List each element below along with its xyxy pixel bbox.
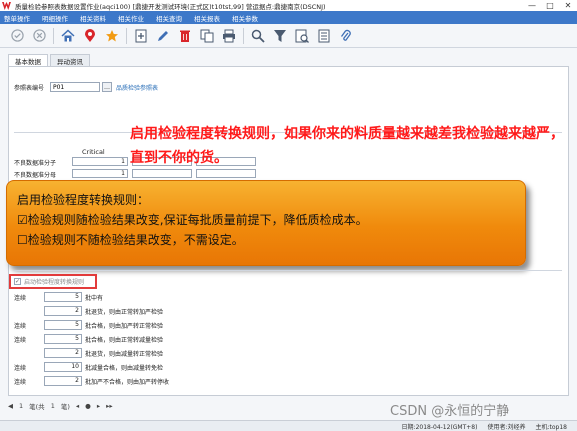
rule-value-input[interactable]: 10 — [44, 362, 82, 372]
rule-value-input[interactable]: 2 — [44, 376, 82, 386]
watermark: CSDN @永恒的宁静 — [390, 404, 510, 419]
filter-icon[interactable] — [269, 26, 291, 46]
tab-change-info[interactable]: 异动资讯 — [50, 54, 90, 66]
menu-item-whole-order[interactable]: 整单操作 — [4, 13, 30, 23]
rule-row: 连续 5 批中有 — [14, 292, 103, 302]
new-icon[interactable] — [130, 26, 152, 46]
status-user: 使用者:刘经养 — [487, 423, 526, 431]
current-record-icon[interactable]: ● — [85, 402, 91, 410]
rule-suffix: 批退货，则由减量转正常检验 — [85, 350, 164, 358]
edit-icon[interactable] — [152, 26, 174, 46]
toolbar-separator — [53, 27, 54, 44]
window-controls: — □ ✕ — [523, 0, 577, 11]
minimize-button[interactable]: — — [523, 0, 541, 11]
toolbar-separator — [126, 27, 127, 44]
critical-header: Critical — [82, 148, 105, 156]
rule-value-input[interactable]: 2 — [44, 306, 82, 316]
first-record-button[interactable]: ◀ — [8, 402, 13, 410]
divider — [14, 270, 562, 271]
menu-bar: 整单操作 明细操作 相关资料 相关作业 相关查询 相关报表 相关参数 — [0, 11, 577, 24]
print-icon[interactable] — [218, 26, 240, 46]
window-title: 质量检验参照表数据设置作业(aqci100) [鼎捷开发测试环境(正式区)t10… — [15, 2, 326, 11]
rule-suffix: 批加严不合格，则由加严转停收 — [85, 378, 170, 386]
criteria-label: 不良数据准分子 — [14, 160, 57, 167]
record-total-label: 笔(共 — [29, 403, 45, 411]
switch-rule-checkbox[interactable]: ✓ — [14, 278, 21, 285]
callout-line: ☑检验规则随检验结果改变,保证每批质量前提下，降低质检成本。 — [17, 213, 368, 227]
reference-label: 参照表编号 — [14, 84, 45, 92]
tab-basic-data[interactable]: 基本数据 — [8, 54, 48, 66]
check-icon[interactable] — [6, 26, 28, 46]
star-icon[interactable] — [101, 26, 123, 46]
search-icon[interactable] — [247, 26, 269, 46]
rule-prefix: 连续 — [14, 378, 27, 386]
toolbar — [0, 24, 577, 48]
criteria-input[interactable] — [132, 169, 192, 178]
rule-suffix: 批退货，则由正常转加严检验 — [85, 308, 164, 316]
status-bar: 日期:2018-04-12(GMT+8) 使用者:刘经养 主机:top18 — [0, 420, 577, 431]
menu-item-detail-ops[interactable]: 明细操作 — [42, 13, 68, 23]
annotation-text: 启用检验程度转换规则，如果你来的料质量越来越差我检验越来越严，直到不你的货。 — [130, 126, 564, 166]
query-icon[interactable] — [291, 26, 313, 46]
callout-line: ☐检验规则不随检验结果改变，不需设定。 — [17, 233, 244, 247]
rule-row: 连续 5 批合格，则由正常转减量检验 — [14, 334, 163, 344]
status-host: 主机:top18 — [535, 423, 568, 431]
rule-suffix: 批中有 — [85, 294, 104, 302]
rule-value-input[interactable]: 5 — [44, 320, 82, 330]
title-bar: 质量检验参照表数据设置作业(aqci100) [鼎捷开发测试环境(正式区)t10… — [0, 0, 577, 11]
switch-rule-label: 启动检验程度转换规则 — [24, 279, 85, 286]
record-unit: 笔) — [60, 403, 70, 411]
list-icon[interactable] — [313, 26, 335, 46]
rule-prefix: 连续 — [14, 336, 27, 344]
rule-value-input[interactable]: 5 — [44, 292, 82, 302]
rule-prefix: 连续 — [14, 294, 27, 302]
criteria-input[interactable]: 1 — [72, 169, 128, 178]
explanation-callout: 启用检验程度转换规则： ☑检验规则随检验结果改变,保证每批质量前提下，降低质检成… — [6, 180, 526, 266]
cancel-icon[interactable] — [28, 26, 50, 46]
rule-suffix: 批减量合格，则由减量转免检 — [85, 364, 164, 372]
switch-rule-checkbox-row: ✓ 启动检验程度转换规则 — [9, 274, 97, 289]
rule-prefix: 连续 — [14, 322, 27, 330]
location-icon[interactable] — [79, 26, 101, 46]
lookup-button[interactable]: … — [102, 82, 112, 92]
next-record-icon[interactable]: ▸ — [97, 402, 100, 410]
criteria-label: 不良数据准分母 — [14, 172, 57, 179]
rule-row: 2 批退货，则由正常转加严检验 — [14, 306, 163, 316]
reference-row: 参照表编号 … 品质检验参照表 — [14, 82, 158, 92]
toolbar-separator — [243, 27, 244, 44]
status-date: 日期:2018-04-12(GMT+8) — [401, 423, 478, 431]
rule-suffix: 批合格，则由正常转减量检验 — [85, 336, 164, 344]
reference-input[interactable] — [50, 82, 100, 92]
last-record-icon[interactable]: ▸▸ — [106, 402, 113, 410]
callout-line: 启用检验程度转换规则： — [17, 193, 150, 207]
rule-row: 连续 5 批合格，则由加严转正常检验 — [14, 320, 163, 330]
copy-icon[interactable] — [196, 26, 218, 46]
menu-item-related-params[interactable]: 相关参数 — [232, 13, 258, 23]
maximize-button[interactable]: □ — [541, 0, 559, 11]
menu-item-related-jobs[interactable]: 相关作业 — [118, 13, 144, 23]
prev-record-icon[interactable]: ◂ — [76, 402, 79, 410]
home-icon[interactable] — [57, 26, 79, 46]
rule-suffix: 批合格，则由加严转正常检验 — [85, 322, 164, 330]
attach-icon[interactable] — [335, 26, 357, 46]
delete-icon[interactable] — [174, 26, 196, 46]
menu-item-related-data[interactable]: 相关资料 — [80, 13, 106, 23]
app-logo-icon — [2, 1, 11, 10]
record-total: 1 — [50, 402, 55, 410]
reference-name: 品质检验参照表 — [116, 84, 159, 92]
tab-strip: 基本数据 异动资讯 — [8, 54, 92, 66]
rule-row: 连续 2 批加严不合格，则由加严转停收 — [14, 376, 169, 386]
record-index: 1 — [19, 402, 24, 410]
rule-value-input[interactable]: 5 — [44, 334, 82, 344]
criteria-input[interactable] — [196, 169, 256, 178]
rule-row: 2 批退货，则由减量转正常检验 — [14, 348, 163, 358]
rule-row: 连续 10 批减量合格，则由减量转免检 — [14, 362, 163, 372]
rule-value-input[interactable]: 2 — [44, 348, 82, 358]
close-button[interactable]: ✕ — [559, 0, 577, 11]
menu-item-related-reports[interactable]: 相关报表 — [194, 13, 220, 23]
rule-prefix: 连续 — [14, 364, 27, 372]
criteria-input[interactable]: 1 — [72, 157, 128, 166]
menu-item-related-query[interactable]: 相关查询 — [156, 13, 182, 23]
